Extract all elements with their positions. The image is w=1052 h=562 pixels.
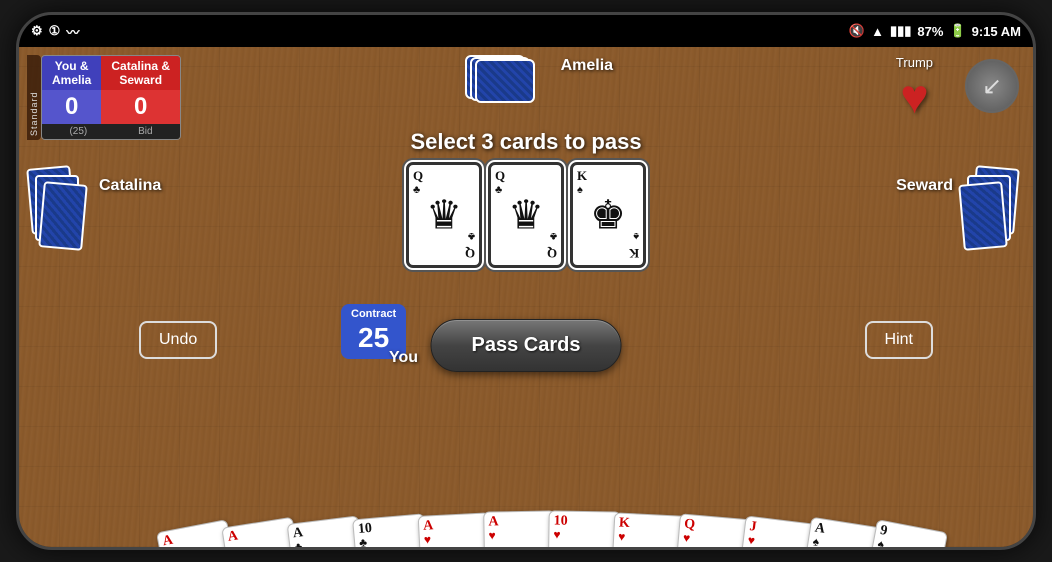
- undo-button[interactable]: Undo: [139, 321, 217, 359]
- hint-button[interactable]: Hint: [865, 321, 933, 359]
- wifi-icon: ▲: [871, 24, 884, 39]
- hand-card-9[interactable]: J ♥ ♥: [733, 515, 817, 547]
- signal-icon: 〰: [66, 22, 79, 41]
- round-label: (25): [69, 126, 87, 137]
- status-right: 🔇 ▲ ▮▮▮ 87% 🔋 9:15 AM: [849, 23, 1021, 39]
- hand-card-rank: K: [619, 516, 682, 533]
- selected-cards-area: Q♣ ♛ Q♣ Q♣ ♛ Q♣ K♠ ♚ K♠: [406, 162, 646, 268]
- device-frame: ⚙ ① 〰 🔇 ▲ ▮▮▮ 87% 🔋 9:15 AM Standard You…: [16, 12, 1036, 550]
- clock: 9:15 AM: [972, 24, 1021, 39]
- hand-card-suit: ♥: [553, 529, 615, 542]
- hand-card-suit: ♥: [489, 529, 551, 542]
- select-message: Select 3 cards to pass: [410, 129, 641, 155]
- card-rank-bottom: Q♣: [465, 229, 475, 261]
- sim-icon: ①: [49, 23, 61, 39]
- team1-score: 0: [42, 90, 101, 124]
- player-amelia: Amelia: [561, 57, 613, 75]
- battery-percent: 87%: [917, 24, 943, 39]
- selected-card-ks[interactable]: K♠ ♚ K♠: [570, 162, 646, 268]
- score-table: You & Amelia Catalina & Seward 0 0 (25) …: [41, 55, 181, 140]
- card-back: [958, 181, 1008, 251]
- hand-area: A ♦ ♦ A ♦ ♦ A ♣ ♣ 10 ♣ ♣ A: [76, 400, 976, 547]
- hand-card-6[interactable]: 10 ♥ ♥: [547, 511, 621, 547]
- bid-label: Bid: [138, 126, 152, 137]
- hand-card-rank: A: [488, 515, 550, 530]
- card-rank-bottom: K♠: [629, 229, 639, 261]
- trump-suit: ♥: [896, 74, 933, 122]
- game-area: Standard You & Amelia Catalina & Seward …: [19, 47, 1033, 547]
- trump-label: Trump: [896, 55, 933, 70]
- hand-card-7[interactable]: K ♥ ♥: [609, 512, 686, 547]
- team1-header: You & Amelia: [42, 56, 101, 90]
- score-board: Standard You & Amelia Catalina & Seward …: [27, 55, 181, 140]
- player-you: You: [389, 349, 418, 367]
- seward-cards: [973, 167, 1023, 287]
- player-seward: Seward: [896, 177, 953, 195]
- player-catalina: Catalina: [99, 177, 161, 195]
- battery-icon: 🔋: [949, 23, 965, 39]
- hand-card-suit: ♥: [618, 530, 681, 545]
- team2-score: 0: [101, 90, 180, 124]
- signal-bars-icon: ▮▮▮: [890, 23, 911, 39]
- selected-card-qc2[interactable]: Q♣ ♛ Q♣: [488, 162, 564, 268]
- mute-icon: 🔇: [849, 23, 865, 39]
- card-back: [475, 59, 535, 103]
- card-rank-bottom: Q♣: [547, 229, 557, 261]
- selected-card-qc1[interactable]: Q♣ ♛ Q♣: [406, 162, 482, 268]
- card-back: [38, 181, 88, 251]
- status-left: ⚙ ① 〰: [31, 22, 79, 41]
- team2-header: Catalina & Seward: [101, 56, 180, 90]
- card-face-queen: ♛: [426, 192, 462, 239]
- hand-card-10[interactable]: A ♠ ♠: [795, 517, 882, 547]
- hand-card-5[interactable]: A ♥ ♥: [483, 511, 557, 547]
- status-bar: ⚙ ① 〰 🔇 ▲ ▮▮▮ 87% 🔋 9:15 AM: [19, 15, 1033, 47]
- trump-area: Trump ♥: [896, 55, 933, 122]
- hand-card-8[interactable]: Q ♥ ♥: [671, 514, 752, 547]
- pass-cards-button[interactable]: Pass Cards: [431, 319, 622, 372]
- card-face-king: ♚: [590, 192, 626, 239]
- amelia-cards: [465, 55, 535, 105]
- standard-label: Standard: [27, 55, 41, 140]
- usb-icon: ⚙: [31, 23, 43, 39]
- card-face-queen: ♛: [508, 192, 544, 239]
- hand-card-rank: 10: [553, 515, 615, 530]
- pass-direction-button[interactable]: ↙: [965, 59, 1019, 113]
- catalina-cards: [29, 167, 79, 287]
